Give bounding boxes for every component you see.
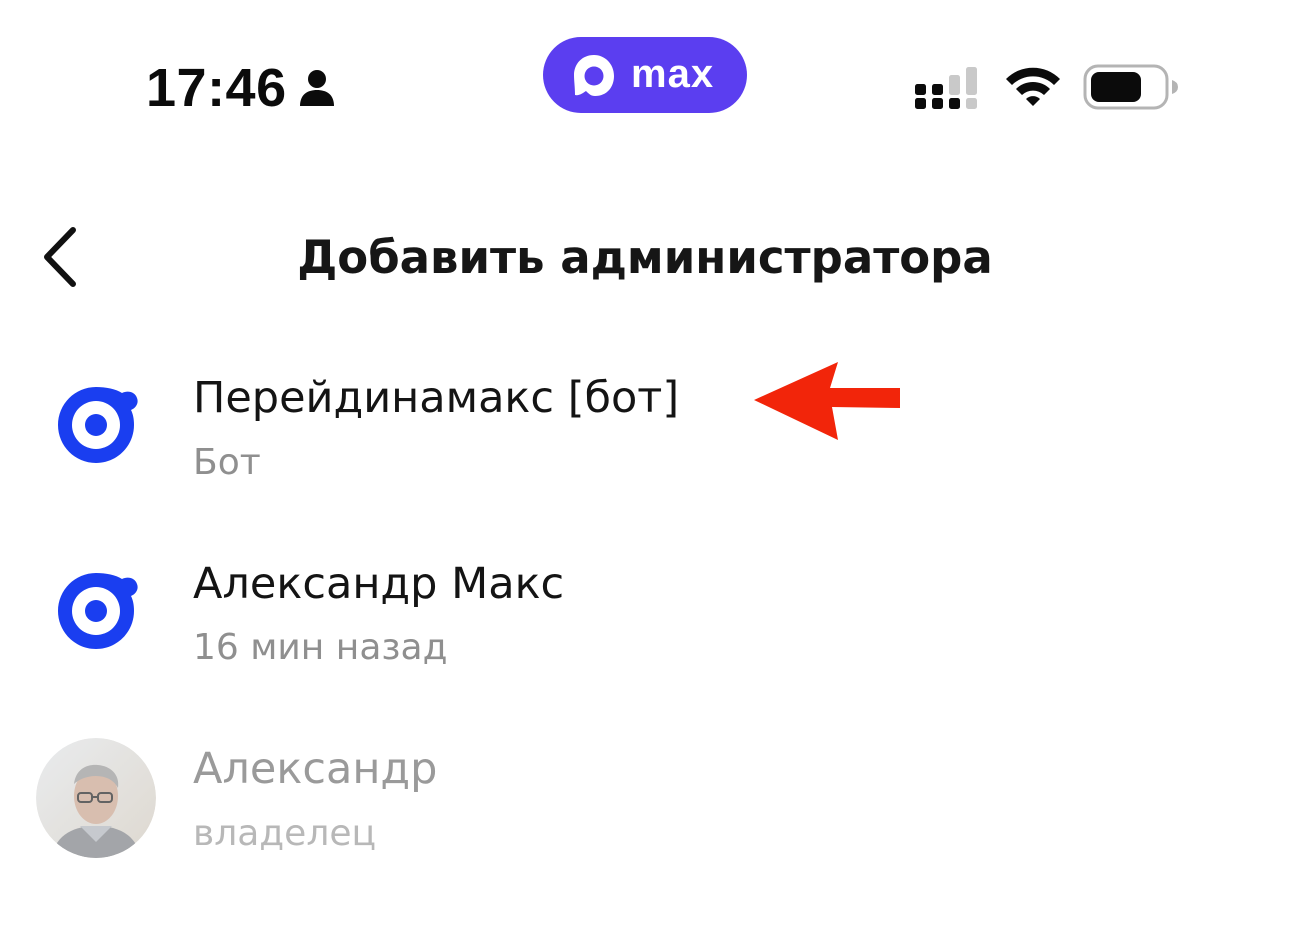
contact-subtitle: Бот [193,442,261,483]
contact-subtitle: 16 мин назад [193,627,448,668]
page-title: Добавить администратора [297,231,993,284]
brand-name: max [631,52,715,96]
user-avatar-photo [36,738,156,858]
bot-logo-icon [58,573,138,649]
status-time: 17:46 [146,58,287,118]
list-item-owner: Александр владелец [0,720,1290,880]
list-item-bot[interactable]: Перейдинамакс [бот] Бот [0,350,1290,510]
contact-role: владелец [193,813,376,854]
list-item-user[interactable]: Александр Макс 16 мин назад [0,535,1290,695]
battery-icon [1083,64,1178,110]
max-logo-icon [574,55,614,96]
contact-name: Александр Макс [193,559,565,609]
person-icon [300,70,334,106]
bot-logo-icon [58,387,138,463]
signal-icon [915,67,977,109]
brand-pill[interactable]: max [543,37,747,113]
wifi-icon [1006,67,1060,106]
contact-name: Перейдинамакс [бот] [193,373,680,423]
red-arrow-icon [754,362,900,440]
contact-name: Александр [193,744,438,794]
